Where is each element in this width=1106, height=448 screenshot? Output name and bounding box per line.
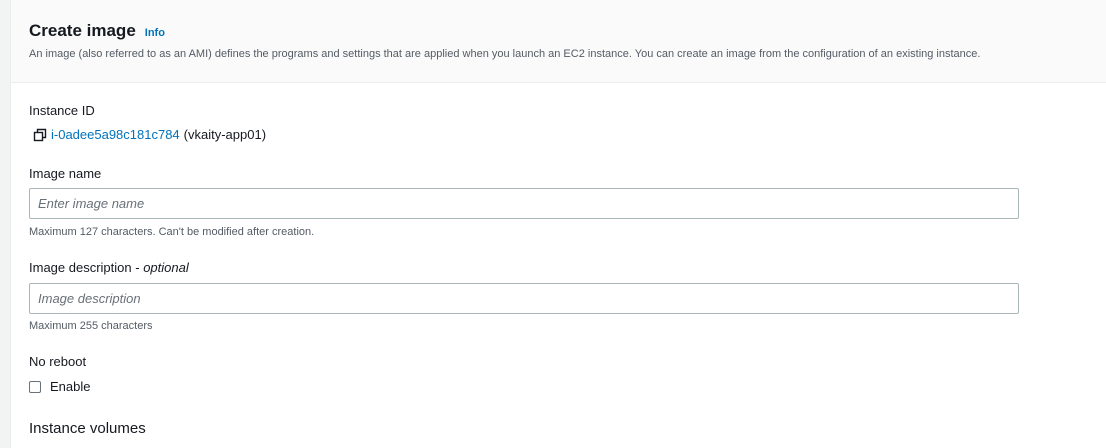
instance-id-row: i-0adee5a98c181c784 (vkaity-app01) bbox=[33, 127, 266, 142]
page-description: An image (also referred to as an AMI) de… bbox=[29, 48, 981, 60]
no-reboot-checkbox-row[interactable]: Enable bbox=[29, 379, 90, 394]
panel-header: Create image Info An image (also referre… bbox=[11, 0, 1106, 83]
instance-id-label: Instance ID bbox=[29, 103, 95, 118]
no-reboot-label: No reboot bbox=[29, 354, 87, 369]
instance-id-link[interactable]: i-0adee5a98c181c784 bbox=[51, 127, 180, 142]
info-link[interactable]: Info bbox=[145, 27, 165, 39]
create-image-panel: Create image Info An image (also referre… bbox=[10, 0, 1106, 448]
image-description-label-text: Image description bbox=[29, 260, 132, 275]
optional-label: optional bbox=[143, 260, 189, 275]
instance-name: (vkaity-app01) bbox=[183, 127, 267, 142]
image-description-label: Image description - optional bbox=[29, 260, 189, 275]
instance-volumes-heading: Instance volumes bbox=[29, 420, 146, 437]
image-name-hint: Maximum 127 characters. Can't be modifie… bbox=[29, 226, 315, 238]
image-description-hint: Maximum 255 characters bbox=[29, 320, 153, 332]
title-row: Create image Info bbox=[29, 21, 165, 41]
copy-icon[interactable] bbox=[33, 128, 47, 142]
image-name-input[interactable] bbox=[29, 188, 1019, 219]
image-name-label: Image name bbox=[29, 166, 102, 181]
no-reboot-checkbox[interactable] bbox=[29, 380, 41, 393]
enable-label: Enable bbox=[50, 379, 91, 394]
page-title: Create image bbox=[29, 21, 136, 40]
image-description-input[interactable] bbox=[29, 283, 1019, 314]
